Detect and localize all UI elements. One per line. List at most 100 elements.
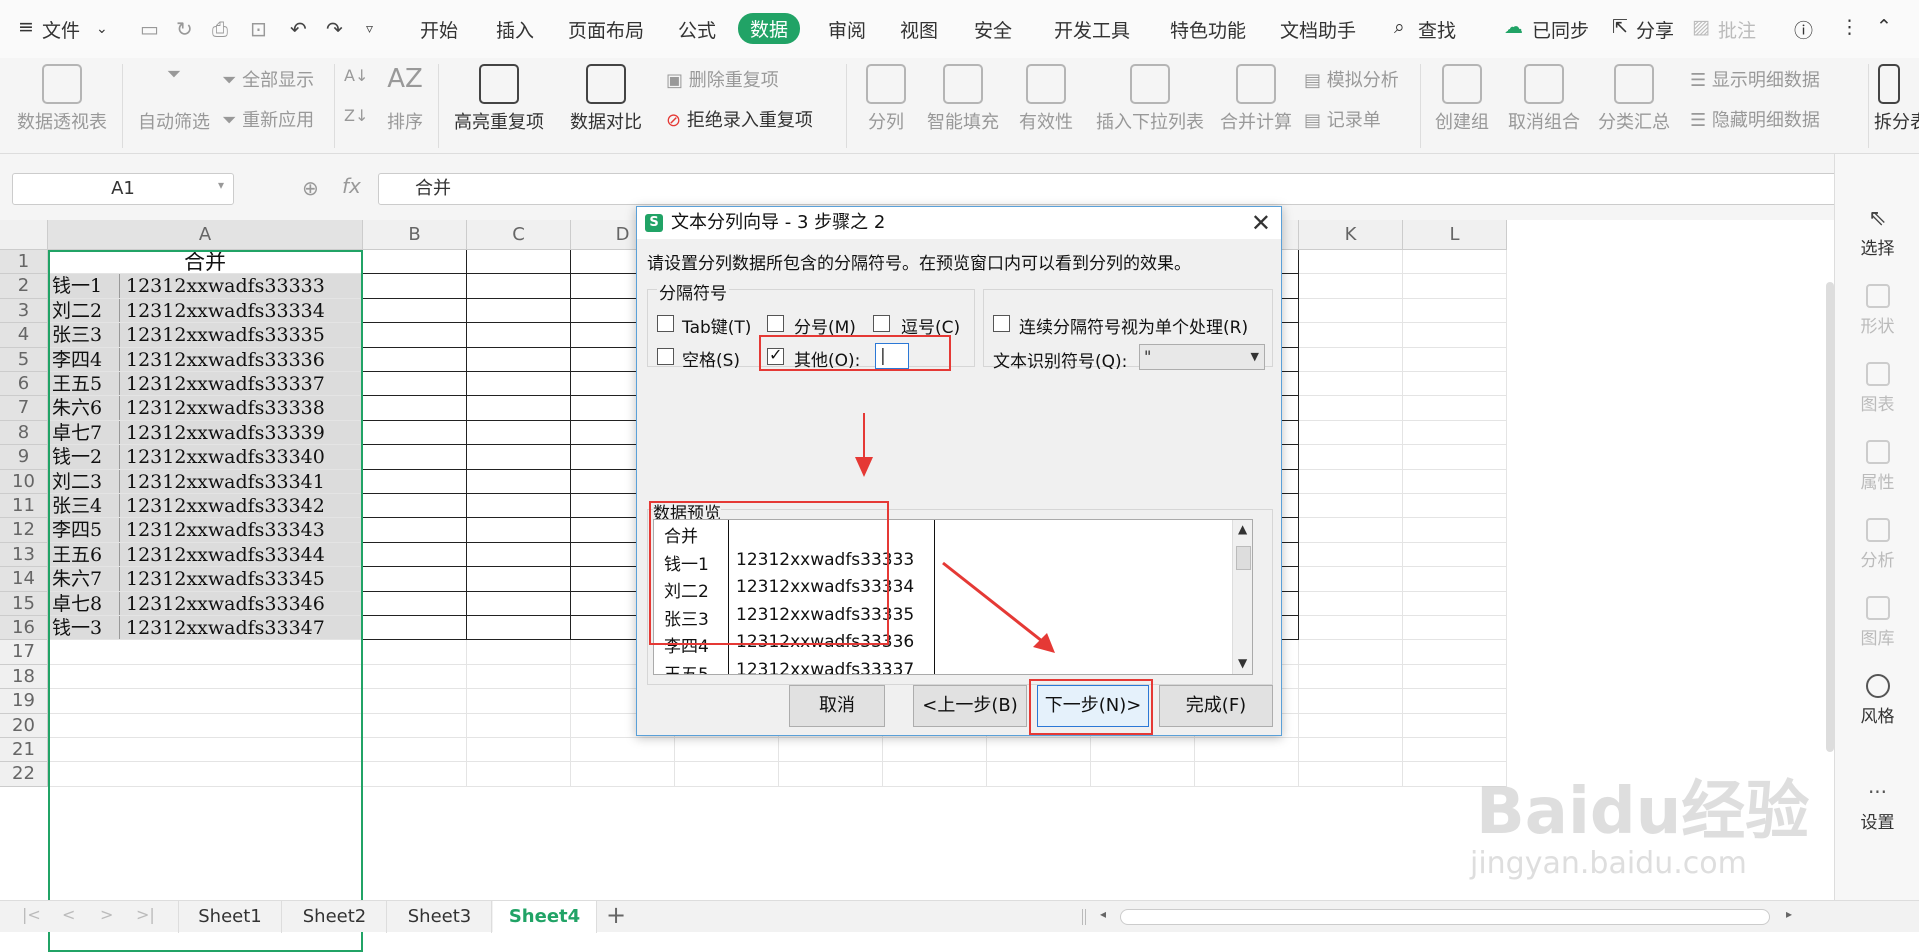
show-detail-button[interactable]: ☰ 显示明细数据 [1690, 66, 1820, 92]
table-cell[interactable] [467, 664, 571, 690]
table-cell[interactable] [363, 372, 467, 397]
name-box[interactable]: A1 [12, 173, 234, 205]
table-cell[interactable] [1299, 250, 1403, 275]
row-header[interactable]: 11 [0, 494, 48, 519]
table-cell[interactable] [1299, 323, 1403, 348]
table-cell[interactable] [1299, 445, 1403, 470]
table-cell[interactable] [363, 323, 467, 348]
table-cell[interactable] [363, 298, 467, 324]
last-sheet-icon[interactable]: >| [136, 905, 155, 924]
menu-home[interactable]: 开始 [420, 16, 458, 43]
table-cell[interactable] [1299, 542, 1403, 568]
menu-security[interactable]: 安全 [974, 16, 1012, 43]
table-cell[interactable] [467, 274, 571, 299]
menu-developer[interactable]: 开发工具 [1054, 16, 1130, 43]
table-cell[interactable]: 朱六7 12312xxwadfs33345 [48, 567, 363, 592]
data-compare-button[interactable]: 数据对比 [562, 58, 650, 154]
table-cell[interactable]: 钱一3 12312xxwadfs33347 [48, 616, 363, 641]
table-cell[interactable] [1403, 396, 1507, 421]
share-button[interactable]: 分享 [1636, 16, 1674, 43]
comma-checkbox[interactable] [873, 315, 890, 332]
table-cell[interactable] [467, 567, 571, 592]
table-cell[interactable] [48, 640, 363, 665]
table-cell[interactable] [1091, 762, 1195, 787]
sort-asc-icon[interactable]: A↓ [344, 66, 368, 85]
table-cell[interactable] [1403, 738, 1507, 763]
table-cell[interactable]: 王五5 12312xxwadfs33337 [48, 372, 363, 397]
table-cell[interactable] [1403, 762, 1507, 787]
table-cell[interactable] [48, 762, 363, 787]
table-cell[interactable] [467, 396, 571, 421]
row-header[interactable]: 15 [0, 591, 48, 616]
column-header[interactable]: B [363, 220, 467, 250]
table-cell[interactable] [987, 738, 1091, 763]
table-cell[interactable] [1299, 738, 1403, 763]
menu-insert[interactable]: 插入 [496, 16, 534, 43]
table-cell[interactable] [1299, 372, 1403, 397]
table-cell[interactable]: 钱一1 12312xxwadfs33333 [48, 274, 363, 299]
table-cell[interactable]: 刘二3 12312xxwadfs33341 [48, 469, 363, 494]
chevron-down-icon[interactable]: ⌄ [96, 21, 108, 37]
table-cell[interactable] [1299, 298, 1403, 324]
table-cell[interactable] [1299, 494, 1403, 519]
table-cell[interactable] [571, 762, 675, 787]
column-header[interactable]: C [467, 220, 571, 250]
print-icon[interactable]: ⎙ [212, 17, 228, 41]
table-cell[interactable] [987, 762, 1091, 787]
table-cell[interactable] [1403, 274, 1507, 299]
table-cell[interactable] [675, 738, 779, 763]
scroll-left-icon[interactable]: ◂ [1100, 907, 1106, 921]
table-cell[interactable] [1091, 738, 1195, 763]
zoom-formula-icon[interactable]: ⊕ [302, 176, 319, 200]
sort-desc-icon[interactable]: Z↓ [344, 106, 368, 125]
undo-icon[interactable]: ↶ [290, 17, 307, 41]
table-cell[interactable] [1403, 616, 1507, 641]
preview-scroll-down-icon[interactable]: ▼ [1238, 656, 1247, 670]
panel-style[interactable]: 风格 [1835, 674, 1919, 727]
fx-icon[interactable]: fx [342, 174, 361, 198]
table-cell[interactable] [48, 738, 363, 763]
table-cell[interactable] [48, 689, 363, 714]
table-cell[interactable]: 王五6 12312xxwadfs33344 [48, 542, 363, 568]
space-checkbox-label[interactable]: 空格(S) [682, 346, 740, 371]
table-cell[interactable] [467, 591, 571, 616]
reapply-button[interactable]: ⏷ 重新应用 [222, 106, 314, 132]
table-cell[interactable]: 李四5 12312xxwadfs33343 [48, 518, 363, 543]
table-cell[interactable] [1403, 542, 1507, 568]
table-cell[interactable] [363, 469, 467, 494]
autofilter-button[interactable]: ⏷ 自动筛选 [134, 58, 214, 154]
table-cell[interactable] [1403, 445, 1507, 470]
preview-scroll-thumb[interactable] [1236, 546, 1251, 570]
table-cell[interactable] [1299, 567, 1403, 592]
table-cell[interactable] [467, 469, 571, 494]
sort-button[interactable]: AZ 排序 [380, 58, 430, 154]
table-cell[interactable] [467, 518, 571, 543]
table-cell[interactable] [363, 274, 467, 299]
table-cell[interactable] [1403, 567, 1507, 592]
table-cell[interactable] [1299, 640, 1403, 665]
qualifier-select[interactable]: " ▼ [1139, 344, 1265, 370]
column-header[interactable]: L [1403, 220, 1507, 250]
tab-sheet4[interactable]: Sheet4 [493, 901, 597, 933]
reject-duplicates-button[interactable]: ⊘ 拒绝录入重复项 [666, 106, 813, 132]
table-cell[interactable] [363, 713, 467, 738]
row-header[interactable]: 1 [0, 250, 48, 275]
table-cell[interactable] [1299, 762, 1403, 787]
table-cell[interactable] [467, 298, 571, 324]
table-cell[interactable] [1403, 250, 1507, 275]
table-cell[interactable] [571, 738, 675, 763]
panel-select[interactable]: ⇖ 选择 [1835, 206, 1919, 259]
table-cell[interactable] [1403, 640, 1507, 665]
table-cell[interactable] [467, 372, 571, 397]
save-icon[interactable]: ▭ [140, 17, 159, 41]
pivot-table-button[interactable]: 数据透视表 [14, 58, 110, 154]
subtotal-button[interactable]: 分类汇总 [1596, 58, 1672, 154]
table-cell[interactable] [363, 518, 467, 543]
semicolon-checkbox[interactable] [767, 315, 784, 332]
next-sheet-icon[interactable]: > [100, 905, 113, 924]
row-header[interactable]: 8 [0, 420, 48, 446]
table-cell[interactable] [363, 567, 467, 592]
menu-review[interactable]: 审阅 [828, 16, 866, 43]
table-cell[interactable] [1299, 713, 1403, 738]
table-cell[interactable] [883, 762, 987, 787]
